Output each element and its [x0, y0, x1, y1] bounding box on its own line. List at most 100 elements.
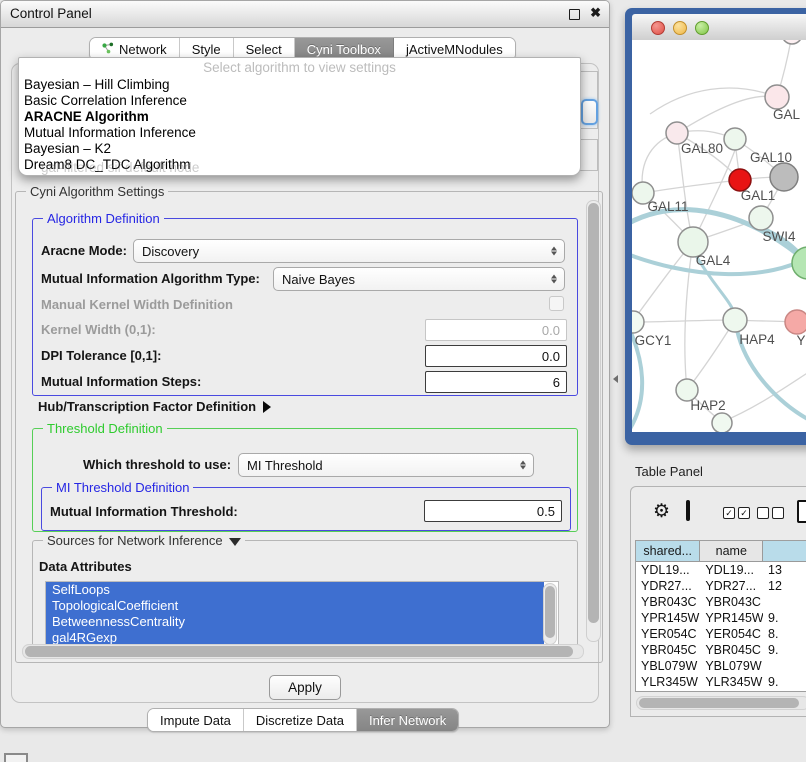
table-cell: [763, 594, 806, 610]
table-cell: YBR045C: [636, 642, 700, 658]
data-attribute-topologicalcoefficient[interactable]: TopologicalCoefficient: [46, 598, 544, 614]
stepper-arrows-icon: [551, 275, 557, 284]
table-cell: YER054C: [636, 626, 700, 642]
network-node[interactable]: [712, 413, 732, 432]
network-node-gal[interactable]: [765, 85, 789, 109]
data-attribute-selfloops[interactable]: SelfLoops: [46, 582, 544, 598]
settings-vertical-scrollbar[interactable]: [586, 200, 601, 642]
network-node[interactable]: [782, 40, 802, 44]
table-cell: YDL19...: [636, 562, 700, 578]
column-header-shared[interactable]: shared...: [636, 541, 700, 561]
application-root: Control Panel ✖ NetworkStyleSelectCyni T…: [0, 0, 806, 762]
table-row[interactable]: YLR345WYLR345W9.: [636, 674, 806, 690]
network-node-swi4[interactable]: [749, 206, 773, 230]
table-row[interactable]: YBR043CYBR043C: [636, 594, 806, 610]
table-row[interactable]: YBL079WYBL079W: [636, 658, 806, 674]
algorithm-option-bayesian-hill-climbing[interactable]: Bayesian – Hill Climbing: [19, 77, 580, 93]
gear-icon[interactable]: ⚙: [653, 502, 670, 521]
algorithm-option-bayesian-k2[interactable]: Bayesian – K2: [19, 141, 580, 157]
table-cell: YDL19...: [700, 562, 763, 578]
table-panel-title: Table Panel: [635, 464, 703, 479]
threshold-definition-title: Threshold Definition: [43, 421, 167, 436]
network-view-window: GALGAL80GAL10GAL1GAL11SWI4GAL4GCY1HAP4YH…: [625, 8, 806, 445]
network-node-gal10[interactable]: [724, 128, 746, 150]
table-panel-window: ⚙ ✓✓ shared...name YDL19...YDL19...13YDR…: [630, 486, 806, 717]
collapse-arrow-icon[interactable]: [229, 538, 241, 546]
manual-kernel-checkbox[interactable]: [549, 296, 564, 311]
algorithm-option-mutual-information-inference[interactable]: Mutual Information Inference: [19, 125, 580, 141]
cyni-algorithm-settings-title: Cyni Algorithm Settings: [26, 184, 168, 199]
algorithm-dropdown-popup: Select algorithm to view settings Bayesi…: [18, 57, 581, 176]
expand-arrow-icon[interactable]: [263, 401, 271, 413]
mi-type-select[interactable]: Naive Bayes: [273, 267, 565, 291]
float-window-icon[interactable]: [569, 9, 580, 20]
stepper-arrows-icon: [520, 461, 526, 470]
zoom-traffic-light-icon[interactable]: [695, 21, 709, 35]
network-window-titlebar[interactable]: [632, 14, 806, 41]
table-row[interactable]: YDL19...YDL19...13: [636, 562, 806, 578]
aracne-mode-select[interactable]: Discovery: [133, 239, 565, 263]
control-panel-title: Control Panel: [10, 6, 92, 21]
cyni-bottom-tabs: Impute DataDiscretize DataInfer Network: [147, 708, 459, 732]
table-cell: YIL052C: [636, 690, 700, 692]
table-body: YDL19...YDL19...13YDR27...YDR27...12YBR0…: [636, 562, 806, 692]
column-header-name[interactable]: name: [700, 541, 763, 561]
select-all-columns-icon[interactable]: ✓✓: [723, 507, 750, 519]
node-label-gal4: GAL4: [696, 253, 731, 268]
table-cell: YBL079W: [636, 658, 700, 674]
table-cell: YER054C: [700, 626, 763, 642]
which-threshold-label: Which threshold to use:: [83, 457, 231, 472]
table-row[interactable]: YER054CYER054C8.: [636, 626, 806, 642]
sources-title-row[interactable]: Sources for Network Inference: [43, 533, 245, 548]
focused-combo-stepper[interactable]: [581, 99, 598, 125]
mi-steps-label: Mutual Information Steps:: [41, 374, 201, 389]
minimize-traffic-light-icon[interactable]: [673, 21, 687, 35]
network-node[interactable]: [770, 163, 798, 191]
kernel-width-field[interactable]: 0.0: [425, 319, 567, 341]
mi-threshold-field[interactable]: 0.5: [424, 500, 562, 522]
algorithm-option-aracne-algorithm[interactable]: ARACNE Algorithm: [19, 109, 580, 125]
hub-definition-section[interactable]: Hub/Transcription Factor Definition: [38, 398, 271, 416]
tab-infer-network[interactable]: Infer Network: [357, 709, 458, 731]
data-attribute-betweennesscentrality[interactable]: BetweennessCentrality: [46, 614, 544, 630]
column-header-3[interactable]: [763, 541, 806, 561]
which-threshold-select[interactable]: MI Threshold: [238, 453, 534, 477]
table-cell: YDR27...: [636, 578, 700, 594]
table-cell: 12: [763, 578, 806, 594]
column-layout-icon[interactable]: [686, 500, 690, 521]
close-traffic-light-icon[interactable]: [651, 21, 665, 35]
manual-kernel-label: Manual Kernel Width Definition: [41, 297, 233, 312]
table-row[interactable]: YBR045CYBR045C9.: [636, 642, 806, 658]
node-label-swi4: SWI4: [762, 229, 795, 244]
tab-impute-data[interactable]: Impute Data: [148, 709, 244, 731]
mi-threshold-label: Mutual Information Threshold:: [50, 504, 238, 519]
settings-horizontal-scrollbar[interactable]: [22, 644, 584, 659]
table-row[interactable]: YDR27...YDR27...12: [636, 578, 806, 594]
tab-discretize-data[interactable]: Discretize Data: [244, 709, 357, 731]
control-panel-titlebar[interactable]: Control Panel ✖: [1, 1, 609, 28]
network-node-hap4[interactable]: [723, 308, 747, 332]
hub-definition-label: Hub/Transcription Factor Definition: [38, 399, 256, 414]
network-canvas[interactable]: GALGAL80GAL10GAL1GAL11SWI4GAL4GCY1HAP4YH…: [632, 40, 806, 432]
network-node-y[interactable]: [785, 310, 806, 334]
algorithm-option-basic-correlation-inference[interactable]: Basic Correlation Inference: [19, 93, 580, 109]
mi-steps-field[interactable]: 6: [425, 371, 567, 393]
dpi-tolerance-field[interactable]: 0.0: [425, 345, 567, 367]
deselect-all-columns-icon[interactable]: [757, 507, 784, 519]
network-node-gcy1[interactable]: [632, 311, 644, 333]
close-icon[interactable]: ✖: [590, 5, 601, 21]
apply-button[interactable]: Apply: [269, 675, 341, 700]
table-cell: YLR345W: [636, 674, 700, 690]
table-cell: 9.: [763, 674, 806, 690]
table-horizontal-scrollbar[interactable]: [636, 696, 806, 710]
algorithm-definition-group: Algorithm Definition Aracne Mode: Discov…: [32, 218, 578, 396]
data-attribute-items: SelfLoopsTopologicalCoefficientBetweenne…: [46, 582, 544, 646]
table-row[interactable]: YPR145WYPR145W9.: [636, 610, 806, 626]
panel-splitter-handle[interactable]: [613, 375, 618, 383]
sources-title: Sources for Network Inference: [47, 533, 223, 548]
table-row[interactable]: YIL052CYIL052C9.: [636, 690, 806, 692]
node-label-hap4: HAP4: [739, 332, 775, 347]
partial-corner-icon: [4, 753, 28, 762]
new-table-icon[interactable]: [797, 500, 806, 523]
attributes-scrollbar[interactable]: [543, 583, 557, 645]
